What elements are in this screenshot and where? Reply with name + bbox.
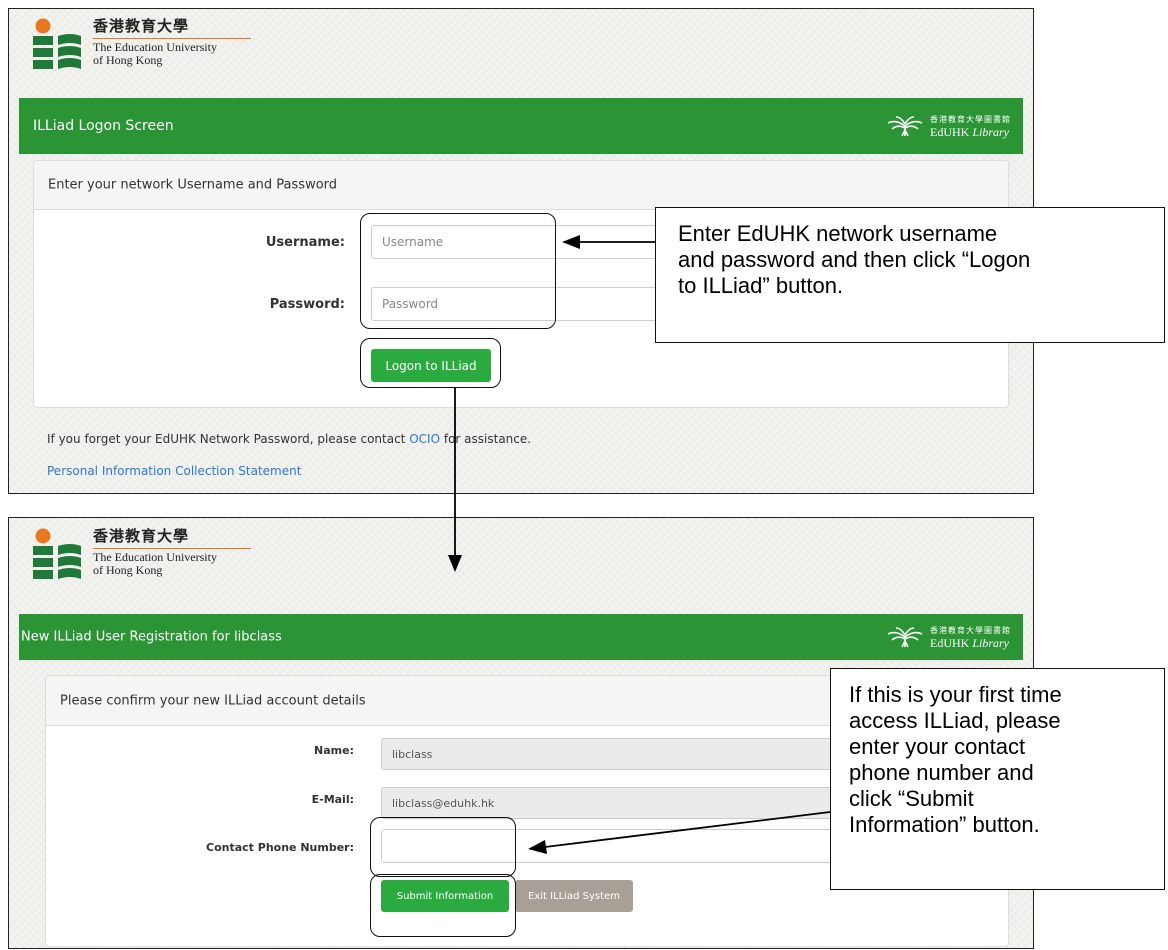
- arrow-head-registration: [448, 555, 462, 572]
- arrow-to-phone-field: [544, 811, 831, 848]
- arrow-head-phone: [528, 840, 547, 854]
- arrow-head-credentials: [562, 235, 580, 249]
- annotation-arrows: [448, 235, 831, 854]
